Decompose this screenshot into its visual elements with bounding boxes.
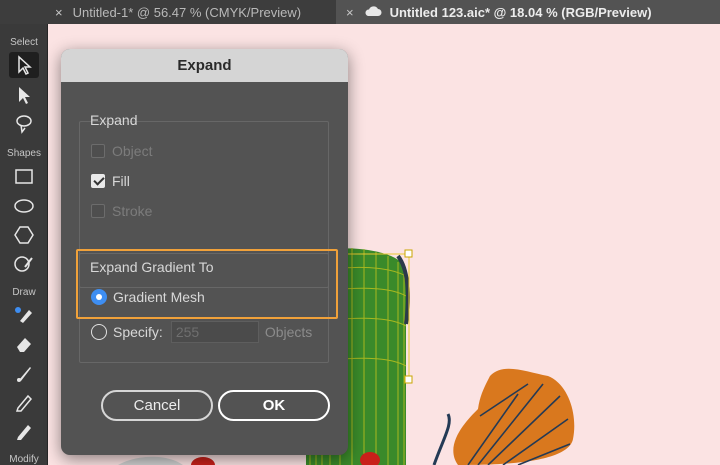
red-shape-left [191, 457, 215, 465]
stroke-checkbox [91, 204, 105, 218]
object-checkbox [91, 144, 105, 158]
cloud-icon [364, 5, 382, 20]
draw-group-label: Draw [12, 287, 36, 298]
selection-tool-icon[interactable] [9, 52, 39, 78]
pencil-tool-icon[interactable] [9, 389, 39, 415]
shaper-tool-icon[interactable] [9, 251, 39, 277]
cancel-button[interactable]: Cancel [101, 390, 213, 421]
fill-label: Fill [112, 173, 130, 189]
brush-tool-icon[interactable] [9, 360, 39, 386]
tools-panel: Select Shapes Draw Modify [0, 24, 48, 465]
paintbrush-tool-icon[interactable] [9, 418, 39, 444]
specify-radio[interactable] [91, 324, 107, 340]
tab-label: Untitled 123.aic* @ 18.04 % (RGB/Preview… [389, 4, 652, 20]
document-tab-bar: × Untitled-1* @ 56.47 % (CMYK/Preview) ×… [0, 0, 720, 24]
direct-selection-tool-icon[interactable] [9, 82, 39, 108]
object-label: Object [112, 143, 153, 159]
navy-stroke [432, 413, 451, 465]
highlight-box [76, 249, 338, 319]
stroke-option: Stroke [91, 203, 152, 219]
pen-tool-icon[interactable] [9, 302, 39, 328]
polygon-tool-icon[interactable] [9, 222, 39, 248]
modify-group-label: Modify [9, 454, 39, 465]
fill-option[interactable]: Fill [91, 173, 130, 189]
tab-untitled-1[interactable]: × Untitled-1* @ 56.47 % (CMYK/Preview) [0, 0, 336, 24]
close-tab-icon[interactable]: × [346, 5, 354, 20]
ellipse-tool-icon[interactable] [9, 193, 39, 219]
specify-units-label: Objects [264, 324, 313, 340]
ok-button[interactable]: OK [218, 390, 330, 421]
object-option: Object [91, 143, 152, 159]
selection-handle-top-right [404, 249, 413, 258]
orange-leaf-shape [453, 368, 575, 465]
selection-handle-right [404, 375, 413, 384]
specify-label: Specify: [113, 324, 163, 340]
tab-label: Untitled-1* @ 56.47 % (CMYK/Preview) [72, 4, 302, 20]
shapes-group-label: Shapes [7, 148, 41, 159]
rectangle-tool-icon[interactable] [9, 164, 39, 190]
grey-shape [118, 456, 183, 465]
tab-untitled-123[interactable]: × Untitled 123.aic* @ 18.04 % (RGB/Previ… [336, 0, 720, 24]
specify-objects-input: 255 [170, 321, 259, 343]
eraser-tool-icon[interactable] [9, 331, 39, 357]
fill-checkbox[interactable] [91, 174, 105, 188]
lasso-tool-icon[interactable] [9, 111, 39, 137]
expand-group-label: Expand [90, 112, 138, 128]
select-group-label: Select [10, 37, 38, 48]
stroke-label: Stroke [112, 203, 153, 219]
close-tab-icon[interactable]: × [55, 5, 63, 20]
dialog-title: Expand [61, 49, 348, 82]
specify-option[interactable]: Specify: 255 Objects [91, 321, 312, 343]
